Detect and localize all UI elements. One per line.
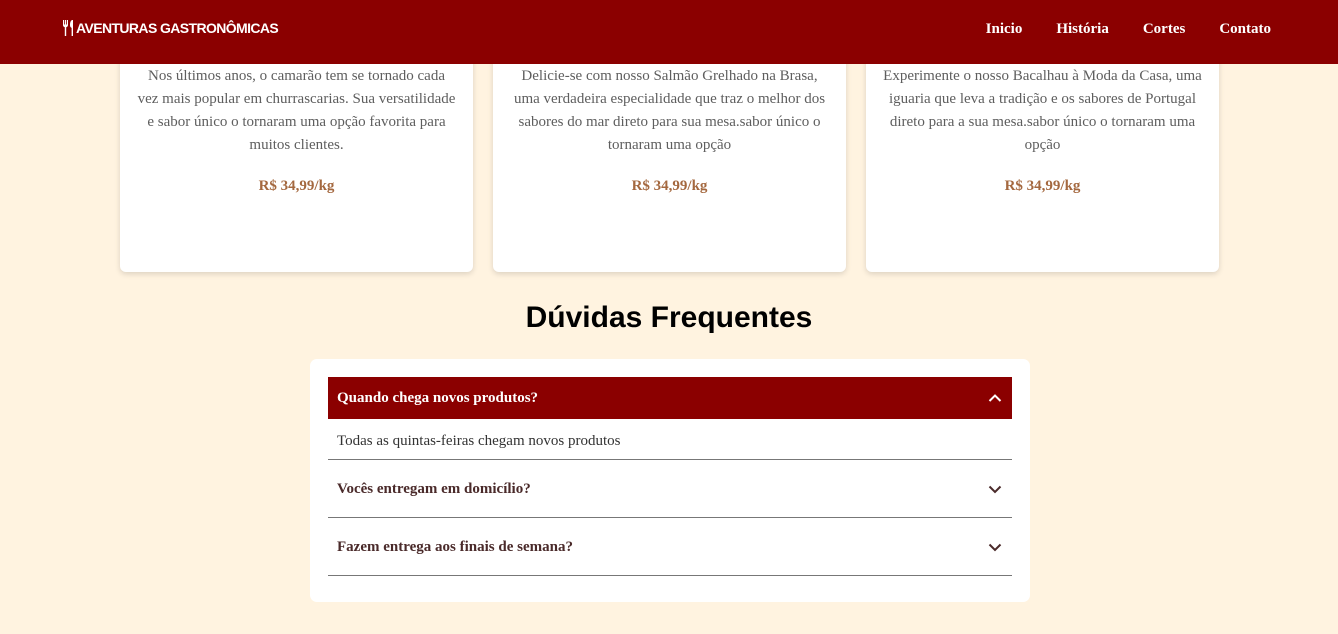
card-description: Delicie-se com nosso Salmão Grelhado na … <box>513 68 826 153</box>
faq-question-button[interactable]: Vocês entregam em domicílio? <box>328 460 1012 518</box>
brand-logo[interactable]: AVENTURAS GASTRONÔMICAS <box>62 19 279 37</box>
faq-item: Fazem entrega aos finais de semana? <box>328 518 1012 576</box>
faq-item: Quando chega novos produtos? Todas as qu… <box>328 377 1012 460</box>
faq-question-text: Quando chega novos produtos? <box>337 390 539 406</box>
nav-link-contato[interactable]: Contato <box>1219 20 1271 38</box>
card-description: Nos últimos anos, o camarão tem se torna… <box>137 68 456 153</box>
faq-item: Vocês entregam em domicílio? <box>328 460 1012 518</box>
faq-question-text: Vocês entregam em domicílio? <box>337 480 531 497</box>
product-card: Experimente o nosso Bacalhau à Moda da C… <box>866 40 1219 272</box>
nav-link-inicio[interactable]: Inicio <box>986 20 1023 38</box>
fork-knife-icon <box>63 20 73 36</box>
faq-accordion: Quando chega novos produtos? Todas as qu… <box>310 359 1030 602</box>
faq-question-button[interactable]: Quando chega novos produtos? <box>328 377 1012 419</box>
faq-question-text: Fazem entrega aos finais de semana? <box>337 538 573 555</box>
nav-link-cortes[interactable]: Cortes <box>1143 20 1185 38</box>
faq-answer: Todas as quintas-feiras chegam novos pro… <box>328 419 1012 460</box>
brand-name: AVENTURAS GASTRONÔMICAS <box>76 20 279 36</box>
card-price: R$ 34,99/kg <box>1004 178 1081 194</box>
card-description: Experimente o nosso Bacalhau à Moda da C… <box>883 68 1202 153</box>
product-card: Delicie-se com nosso Salmão Grelhado na … <box>493 40 846 272</box>
chevron-up-icon <box>988 394 1002 402</box>
faq-question-button[interactable]: Fazem entrega aos finais de semana? <box>328 518 1012 576</box>
faq-title: Dúvidas Frequentes <box>525 301 813 334</box>
nav-link-historia[interactable]: História <box>1056 20 1109 38</box>
chevron-down-icon <box>988 543 1002 551</box>
chevron-down-icon <box>988 485 1002 493</box>
card-price: R$ 34,99/kg <box>631 178 708 194</box>
main-nav: Inicio História Cortes Contato <box>986 20 1271 38</box>
navbar: AVENTURAS GASTRONÔMICAS Inicio História … <box>0 0 1338 64</box>
product-card: Nos últimos anos, o camarão tem se torna… <box>120 40 473 272</box>
card-price: R$ 34,99/kg <box>258 178 335 194</box>
